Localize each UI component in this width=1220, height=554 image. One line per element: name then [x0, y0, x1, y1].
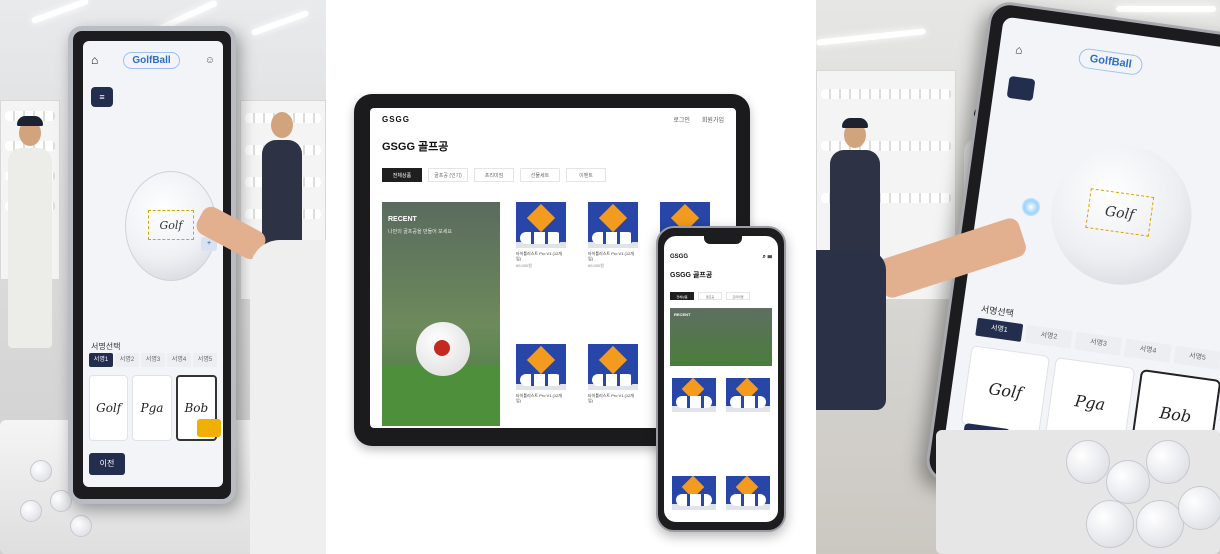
- kiosk-screen: ⌂ GolfBall ☺ ≡ Golf ↻ + 서명선택 서명1 서명2 서명3…: [83, 41, 223, 487]
- product-card[interactable]: [726, 378, 770, 412]
- section-label: 서명선택: [980, 304, 1015, 319]
- phone-page-title: GSGG 골프공: [670, 272, 713, 279]
- signature-tabs: 서명1 서명2 서명3 서명4 서명5: [89, 353, 217, 367]
- nav-login[interactable]: 로그인: [673, 115, 690, 124]
- product-card[interactable]: 타이틀리스트 Pro V1 (12개입) 69,000원: [588, 202, 638, 269]
- product-name: 타이틀리스트 Pro V1 (12개입): [516, 251, 562, 261]
- ball-preview: Golf: [1042, 135, 1201, 294]
- ball-signature-area[interactable]: Golf: [1085, 188, 1155, 237]
- golf-ball: [1178, 486, 1220, 530]
- hero-subtitle: 나만의 골프공을 만들어 보세요: [388, 229, 452, 235]
- ball-signature-area[interactable]: Golf: [148, 210, 194, 240]
- tab-signature-2[interactable]: 서명2: [115, 353, 139, 367]
- ceiling-light: [816, 28, 927, 46]
- product-image: [726, 476, 770, 510]
- golf-ball: [20, 500, 42, 522]
- section-label: 서명선택: [91, 342, 121, 351]
- phone-device: GSGG ⌕ ☰ GSGG 골프공 전체상품 골프공 프리미엄 RECENT: [656, 226, 786, 532]
- tab-signature-5[interactable]: 서명5: [1173, 345, 1220, 370]
- kiosk-logo: GolfBall: [1077, 47, 1144, 77]
- nav-signup[interactable]: 회원가입: [702, 115, 724, 124]
- golf-ball: [70, 515, 92, 537]
- menu-icon[interactable]: [1006, 75, 1036, 102]
- product-price: 69,000원: [588, 263, 604, 268]
- phone-tab-premium[interactable]: 프리미엄: [726, 292, 750, 300]
- home-icon[interactable]: ⌂: [91, 53, 98, 67]
- phone-hero-banner[interactable]: RECENT: [670, 308, 772, 366]
- golf-ball: [1136, 500, 1184, 548]
- product-image: [516, 344, 566, 390]
- tab-signature-3[interactable]: 서명3: [1074, 331, 1123, 356]
- product-image: [672, 378, 716, 412]
- hero-golf-ball: [416, 322, 470, 376]
- menu-icon[interactable]: ≡: [91, 87, 113, 107]
- hero-label: RECENT: [388, 216, 417, 223]
- home-icon[interactable]: ⌂: [1014, 42, 1023, 57]
- product-name: 타이틀리스트 Pro V1 (12개입): [516, 393, 562, 403]
- customer-arm: [816, 250, 886, 410]
- phone-logo[interactable]: GSGG: [670, 254, 688, 261]
- confirm-button[interactable]: [197, 419, 221, 437]
- tab-gift[interactable]: 선물세트: [520, 168, 560, 182]
- ceiling-light: [250, 9, 310, 37]
- right-store-scene: ⌂ GolfBall Golf 서명선택 서명1 서명2 서명3 서명4 서명5…: [816, 0, 1220, 554]
- phone-hero-label: RECENT: [674, 312, 691, 317]
- product-image: [672, 476, 716, 510]
- golf-ball: [1106, 460, 1150, 504]
- tab-signature-1[interactable]: 서명1: [89, 353, 113, 367]
- golf-ball: [1146, 440, 1190, 484]
- responsive-devices: GSGG 로그인 회원가입 GSGG 골프공 전체상품 골프공 (인기) 프리미…: [326, 0, 816, 554]
- tab-popular[interactable]: 골프공 (인기): [428, 168, 468, 182]
- product-image: [588, 202, 638, 248]
- page-title: GSGG 골프공: [382, 141, 449, 153]
- product-image: [516, 202, 566, 248]
- tab-signature-1[interactable]: 서명1: [975, 317, 1024, 342]
- signature-option[interactable]: Golf: [960, 345, 1051, 436]
- golf-ball: [1086, 500, 1134, 548]
- tab-signature-5[interactable]: 서명5: [193, 353, 217, 367]
- prev-button[interactable]: 이전: [89, 453, 125, 475]
- product-card[interactable]: [672, 476, 716, 510]
- tab-signature-2[interactable]: 서명2: [1024, 324, 1073, 349]
- product-card[interactable]: 타이틀리스트 Pro V1 (12개입): [516, 344, 566, 403]
- site-logo[interactable]: GSGG: [382, 115, 410, 124]
- product-card[interactable]: [672, 378, 716, 412]
- store-clerk: [8, 116, 52, 348]
- kiosk-logo: GolfBall: [123, 51, 180, 69]
- product-image: [588, 344, 638, 390]
- phone-category-tabs: 전체상품 골프공 프리미엄: [670, 292, 750, 300]
- product-card[interactable]: 타이틀리스트 Pro V1 (12개입): [588, 344, 638, 403]
- product-name: 타이틀리스트 Pro V1 (12개입): [588, 393, 634, 403]
- golf-ball: [30, 460, 52, 482]
- ceiling-light: [1116, 6, 1216, 12]
- phone-tab-ball[interactable]: 골프공: [698, 292, 722, 300]
- left-store-scene: ⌂ GolfBall ☺ ≡ Golf ↻ + 서명선택 서명1 서명2 서명3…: [0, 0, 326, 554]
- phone-screen: GSGG ⌕ ☰ GSGG 골프공 전체상품 골프공 프리미엄 RECENT: [664, 236, 778, 522]
- tab-premium[interactable]: 프리미엄: [474, 168, 514, 182]
- product-image: [726, 378, 770, 412]
- customer-arm: [250, 240, 326, 554]
- signature-option[interactable]: Golf: [89, 375, 129, 441]
- tab-all[interactable]: 전체상품: [382, 168, 422, 182]
- tab-event[interactable]: 이벤트: [566, 168, 606, 182]
- phone-header-icons[interactable]: ⌕ ☰: [762, 254, 772, 261]
- phone-tab-all[interactable]: 전체상품: [670, 292, 694, 300]
- product-price: 69,000원: [516, 263, 532, 268]
- product-name: 타이틀리스트 Pro V1 (12개입): [588, 251, 634, 261]
- tab-signature-4[interactable]: 서명4: [167, 353, 191, 367]
- hero-banner[interactable]: RECENT 나만의 골프공을 만들어 보세요: [382, 202, 500, 426]
- kiosk-device: ⌂ GolfBall ☺ ≡ Golf ↻ + 서명선택 서명1 서명2 서명3…: [68, 26, 236, 504]
- golf-ball: [1066, 440, 1110, 484]
- touch-glow: [1022, 198, 1040, 216]
- product-card[interactable]: [726, 476, 770, 510]
- tab-signature-3[interactable]: 서명3: [141, 353, 165, 367]
- signature-option[interactable]: Pga: [132, 375, 172, 441]
- product-card[interactable]: 타이틀리스트 Pro V1 (12개입) 69,000원: [516, 202, 566, 269]
- user-icon[interactable]: ☺: [205, 55, 215, 66]
- tab-signature-4[interactable]: 서명4: [1123, 338, 1172, 363]
- ceiling-light: [30, 0, 90, 25]
- category-tabs: 전체상품 골프공 (인기) 프리미엄 선물세트 이벤트: [382, 168, 606, 182]
